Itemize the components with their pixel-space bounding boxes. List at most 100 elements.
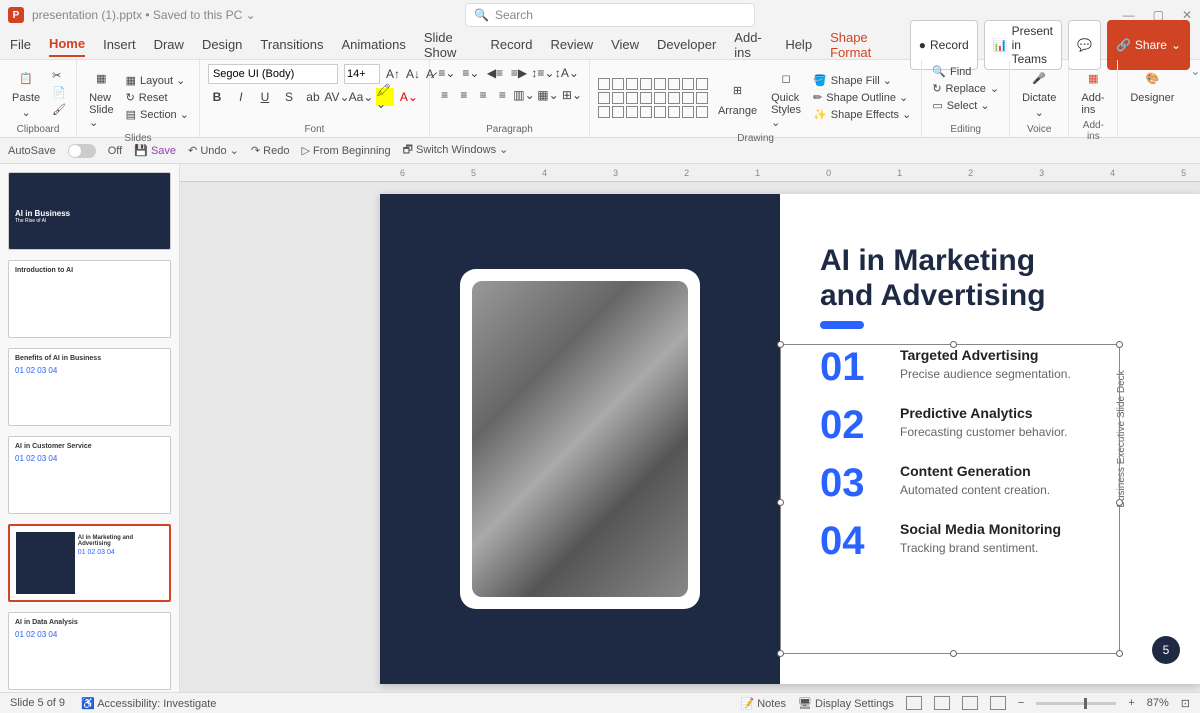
tab-review[interactable]: Review [550,33,593,56]
from-beginning-button[interactable]: ▷ From Beginning [301,144,390,157]
addins-button[interactable]: ▦Add-ins [1077,64,1109,118]
font-color-button[interactable]: A⌄ [400,88,418,106]
change-case-button[interactable]: Aa⌄ [352,88,370,106]
slide-item-1[interactable]: 01 Targeted AdvertisingPrecise audience … [820,347,1160,387]
photo-frame[interactable] [460,269,700,609]
reading-view-button[interactable] [962,696,978,710]
text-direction-button[interactable]: ↕A⌄ [558,64,576,82]
copy-button[interactable]: 📄 [50,85,68,100]
zoom-slider[interactable] [1036,702,1116,705]
designer-button[interactable]: 🎨Designer [1126,64,1178,106]
tab-home[interactable]: Home [49,32,85,57]
new-slide-button[interactable]: ▦New Slide ⌄ [85,64,117,131]
font-size-select[interactable] [344,64,380,84]
shape-effects-button[interactable]: ✨ Shape Effects ⌄ [811,107,913,122]
decrease-indent-button[interactable]: ◀≡ [486,64,504,82]
shadow-button[interactable]: ab [304,88,322,106]
italic-button[interactable]: I [232,88,250,106]
slide-title[interactable]: AI in Marketingand Advertising [820,244,1160,313]
slide-item-4[interactable]: 04 Social Media MonitoringTracking brand… [820,521,1160,561]
smartart-button[interactable]: ⊞⌄ [563,86,581,104]
slide-editor[interactable]: 6543210123456 AI in Marketingand Adverti… [180,164,1200,692]
bold-button[interactable]: B [208,88,226,106]
slide-canvas[interactable]: AI in Marketingand Advertising 01 Target… [380,194,1200,684]
thumbnail-4[interactable]: AI in Customer Service 01 02 03 04 [8,436,171,514]
layout-button[interactable]: ▦ Layout ⌄ [124,73,191,88]
cut-button[interactable]: ✂ [50,68,68,83]
shapes-gallery[interactable] [598,78,708,118]
group-label: Add-ins [1077,118,1109,142]
tab-developer[interactable]: Developer [657,33,716,56]
notes-button[interactable]: 📝 Notes [740,697,786,710]
numbering-button[interactable]: ≡⌄ [462,64,480,82]
highlight-button[interactable]: 🖍⌄ [376,88,394,106]
zoom-in-button[interactable]: + [1128,697,1134,709]
slide-item-3[interactable]: 03 Content GenerationAutomated content c… [820,463,1160,503]
format-painter-button[interactable]: 🖌 [50,102,68,117]
paste-button[interactable]: 📋Paste⌄ [8,64,44,121]
autosave-toggle[interactable] [68,144,96,158]
autosave-label: AutoSave [8,145,56,157]
display-settings-button[interactable]: 🖥 Display Settings [798,697,894,710]
zoom-out-button[interactable]: − [1018,697,1024,709]
undo-button[interactable]: ↶ Undo ⌄ [188,144,239,157]
tab-addins[interactable]: Add-ins [734,26,767,64]
tab-insert[interactable]: Insert [103,33,136,56]
thumbnail-2[interactable]: Introduction to AI [8,260,171,338]
accessibility-status[interactable]: ♿ Accessibility: Investigate [81,697,216,710]
sorter-view-button[interactable] [934,696,950,710]
bullets-button[interactable]: ≡⌄ [438,64,456,82]
replace-button[interactable]: ↻ Replace ⌄ [930,81,1001,96]
tab-file[interactable]: File [10,33,31,56]
tab-record[interactable]: Record [491,33,533,56]
slide-item-2[interactable]: 02 Predictive AnalyticsForecasting custo… [820,405,1160,445]
line-spacing-button[interactable]: ↕≡⌄ [534,64,552,82]
tab-transitions[interactable]: Transitions [260,33,323,56]
decrease-font-button[interactable]: A↓ [406,65,420,83]
save-button[interactable]: 💾 Save [134,144,176,157]
reset-button[interactable]: ↻ Reset [124,90,191,105]
strike-button[interactable]: S [280,88,298,106]
normal-view-button[interactable] [906,696,922,710]
align-right-button[interactable]: ≡ [476,86,489,104]
quick-styles-button[interactable]: ◻Quick Styles ⌄ [767,64,805,131]
dictate-button[interactable]: 🎤Dictate⌄ [1018,64,1060,121]
search-box[interactable]: 🔍 Search [465,3,755,27]
slide-thumbnails-panel[interactable]: AI in Business The Rise of AI Introducti… [0,164,180,692]
thumbnail-5[interactable]: AI in Marketing and Advertising 01 02 03… [8,524,171,602]
select-button[interactable]: ▭ Select ⌄ [930,98,1001,113]
underline-button[interactable]: U [256,88,274,106]
font-name-select[interactable] [208,64,338,84]
find-button[interactable]: 🔍 Find [930,64,1001,79]
fit-to-window-button[interactable]: ⊡ [1181,697,1190,710]
document-title[interactable]: presentation (1).pptx • Saved to this PC… [32,8,256,22]
align-center-button[interactable]: ≡ [457,86,470,104]
tab-shape-format[interactable]: Shape Format [830,26,892,64]
increase-font-button[interactable]: A↑ [386,65,400,83]
thumbnail-6[interactable]: AI in Data Analysis 01 02 03 04 [8,612,171,690]
collapse-ribbon-button[interactable]: ⌄ [1186,60,1200,137]
redo-button[interactable]: ↷ Redo [251,144,290,157]
tab-draw[interactable]: Draw [154,33,184,56]
thumbnail-3[interactable]: Benefits of AI in Business 01 02 03 04 [8,348,171,426]
shape-fill-button[interactable]: 🪣 Shape Fill ⌄ [811,73,913,88]
slideshow-view-button[interactable] [990,696,1006,710]
align-text-button[interactable]: ▦⌄ [539,86,557,104]
section-button[interactable]: ▤ Section ⌄ [124,107,191,122]
justify-button[interactable]: ≡ [496,86,509,104]
slide-counter[interactable]: Slide 5 of 9 [10,697,65,709]
align-left-button[interactable]: ≡ [438,86,451,104]
increase-indent-button[interactable]: ≡▶ [510,64,528,82]
shape-outline-button[interactable]: ✏ Shape Outline ⌄ [811,90,913,105]
zoom-level[interactable]: 87% [1147,697,1169,709]
tab-design[interactable]: Design [202,33,242,56]
columns-button[interactable]: ▥⌄ [515,86,533,104]
tab-animations[interactable]: Animations [342,33,406,56]
char-spacing-button[interactable]: AV⌄ [328,88,346,106]
switch-windows-button[interactable]: 🗗 Switch Windows ⌄ [403,141,509,160]
thumbnail-1[interactable]: AI in Business The Rise of AI [8,172,171,250]
arrange-button[interactable]: ⊞Arrange [714,77,761,119]
tab-help[interactable]: Help [785,33,812,56]
tab-view[interactable]: View [611,33,639,56]
tab-slideshow[interactable]: Slide Show [424,26,473,64]
